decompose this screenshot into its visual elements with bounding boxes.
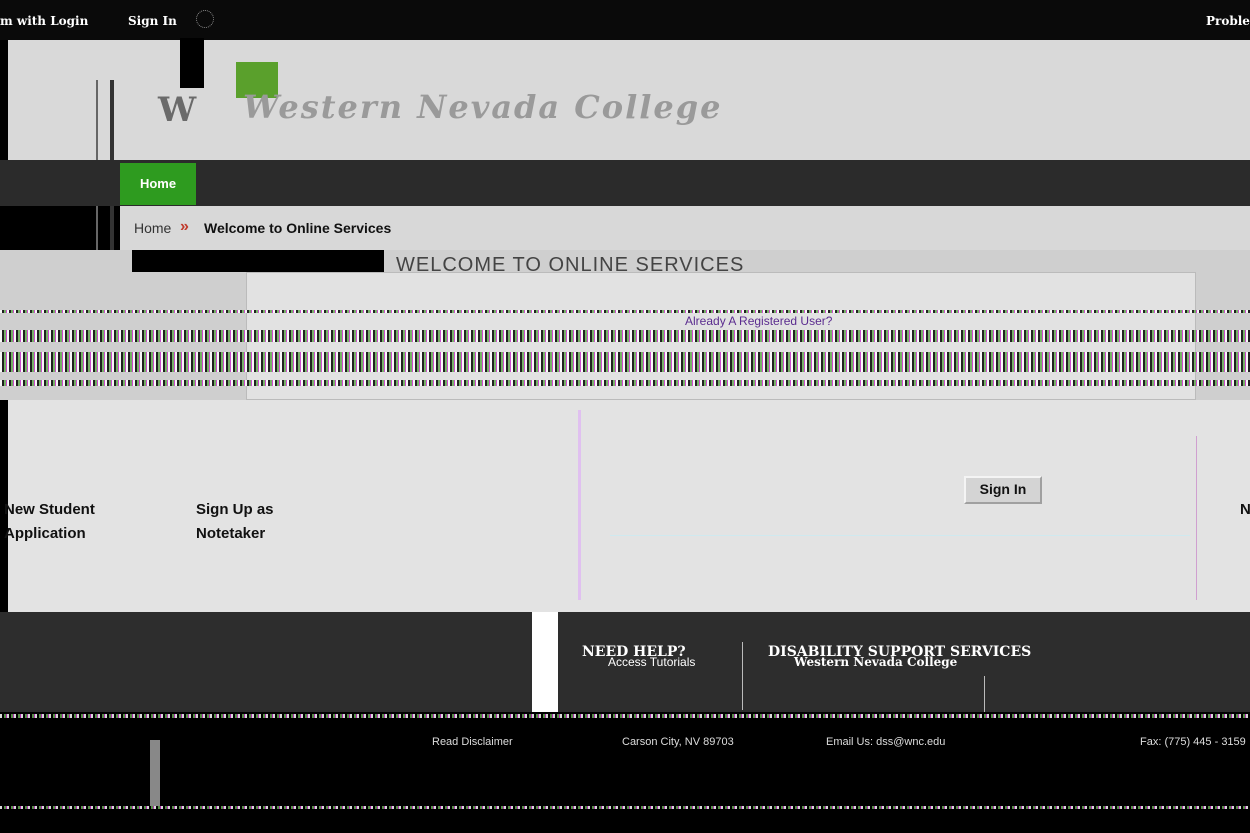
sign-in-with-login-link[interactable]: m with Login — [0, 14, 88, 28]
layout-rule — [150, 740, 160, 806]
accessibility-icon[interactable] — [196, 10, 214, 28]
top-bar: m with Login Sign In Proble — [0, 0, 1250, 40]
sidebar-menu-header — [132, 250, 384, 272]
sidebar-item-online-services[interactable] — [8, 300, 246, 316]
render-artifact — [0, 352, 1250, 372]
breadcrumb-current: Welcome to Online Services — [204, 220, 392, 236]
render-artifact — [0, 310, 1250, 313]
sign-in-link[interactable]: Sign In — [128, 14, 177, 28]
layout-rule — [1196, 436, 1197, 600]
sign-in-button[interactable]: Sign In — [964, 476, 1042, 504]
breadcrumb-home-link[interactable]: Home — [134, 220, 171, 236]
footer-access-tutorials-link[interactable]: Access Tutorials — [608, 655, 695, 669]
main-content — [8, 400, 1250, 612]
footer-divider — [984, 676, 985, 712]
render-artifact — [0, 380, 1250, 386]
breadcrumb: Home » Welcome to Online Services — [120, 206, 1250, 250]
link-line: Application — [4, 525, 86, 542]
new-student-application-link[interactable]: New Student Application — [4, 498, 95, 546]
problems-link[interactable]: Proble — [1206, 14, 1250, 28]
link-line: Notetaker — [196, 525, 266, 542]
college-logo-icon: W — [158, 90, 198, 130]
render-artifact — [0, 714, 1250, 718]
footer-address: Carson City, NV 89703 — [622, 736, 734, 748]
divider — [610, 535, 1190, 536]
footer-email-link[interactable]: Email Us: dss@wnc.edu — [826, 736, 945, 748]
footer-divider — [742, 642, 743, 710]
header-divider — [180, 38, 204, 88]
render-artifact — [0, 330, 1250, 342]
footer-disclaimer-link[interactable]: Read Disclaimer — [432, 736, 513, 748]
link-line: New Student — [4, 501, 95, 518]
breadcrumb-separator-icon: » — [180, 218, 189, 235]
footer-gap — [532, 612, 558, 712]
already-registered-label: Already A Registered User? — [685, 314, 833, 328]
college-logo-wordmark[interactable]: Western Nevada College — [243, 88, 723, 126]
notetaker-signup-link[interactable]: Sign Up as Notetaker — [196, 498, 274, 546]
nav-item-home[interactable]: Home — [120, 163, 196, 205]
footer-fax: Fax: (775) 445 - 3159 — [1140, 736, 1246, 748]
render-artifact — [0, 806, 1250, 809]
right-edge-text: N — [1240, 501, 1250, 518]
layout-rule — [578, 410, 581, 600]
footer-college-name: Western Nevada College — [794, 655, 958, 669]
link-line: Sign Up as — [196, 501, 274, 518]
